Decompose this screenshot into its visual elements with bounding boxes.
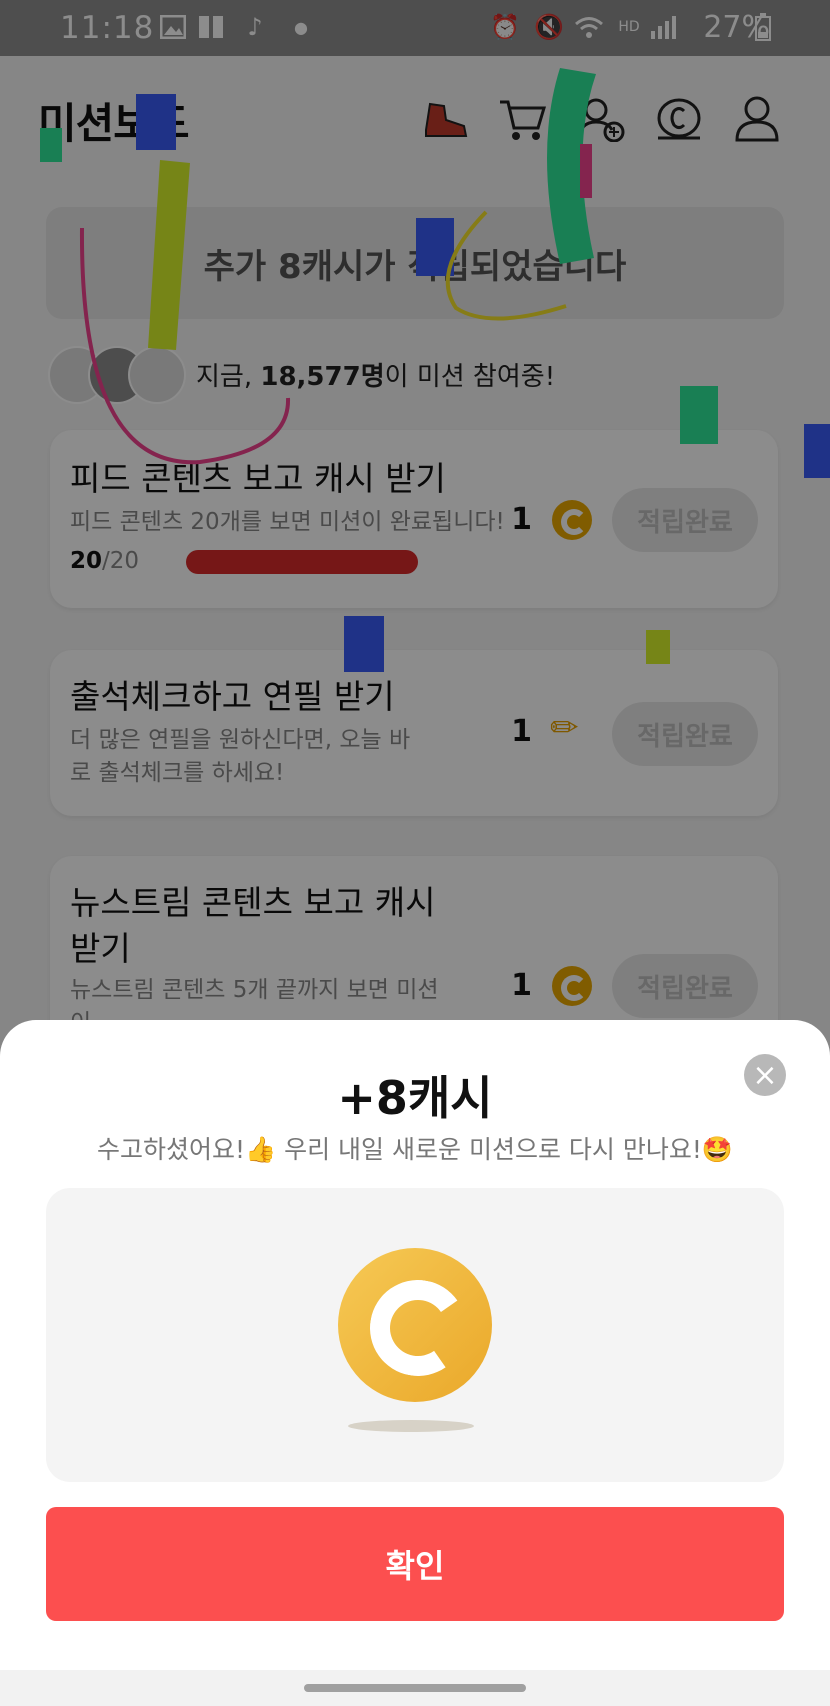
profile-icon[interactable] <box>730 92 784 146</box>
coin-shadow <box>348 1420 474 1432</box>
coin-illustration-box <box>46 1188 784 1482</box>
cart-icon[interactable] <box>496 92 550 146</box>
reward-bottom-sheet: × +8캐시 수고하셨어요!👍 우리 내일 새로운 미션으로 다시 만나요!🤩 … <box>0 1020 830 1706</box>
mission-description: 피드 콘텐츠 20개를 보면 미션이 완료됩니다! <box>70 509 505 535</box>
status-time: 11:18 <box>60 10 155 46</box>
status-bar: 11:18 ♪ ● ⏰ 🔇 HD 27% <box>0 0 830 56</box>
avatar <box>128 346 186 404</box>
avatar-stack <box>48 346 186 404</box>
mission-reward: 1 <box>511 714 532 749</box>
coin-icon <box>552 500 592 540</box>
page-title: 미션보드 <box>38 99 190 148</box>
hd-voice-icon: HD <box>618 19 640 35</box>
mission-progress-text: 20/20 <box>70 548 140 574</box>
confirm-button[interactable]: 확인 <box>46 1507 784 1621</box>
reward-amount: +8캐시 <box>337 1071 493 1125</box>
wifi-icon <box>574 12 604 42</box>
home-indicator[interactable] <box>304 1684 526 1692</box>
pencil-icon: ✏ <box>550 708 579 748</box>
participants-row: 지금, 18,577명이 미션 참여중! <box>48 346 556 404</box>
mission-reward: 1 <box>511 968 532 1003</box>
mission-title: 출석체크하고 연필 받기 <box>70 677 395 716</box>
mission-complete-button[interactable]: 적립완료 <box>612 702 758 766</box>
mission-complete-button[interactable]: 적립완료 <box>612 954 758 1018</box>
dot-icon: ● <box>294 17 308 37</box>
mission-title: 피드 콘텐츠 보고 캐시 받기 <box>70 459 446 498</box>
app-icon <box>196 12 226 42</box>
mission-complete-button[interactable]: 적립완료 <box>612 488 758 552</box>
mute-icon: 🔇 <box>534 13 564 41</box>
mission-card: 피드 콘텐츠 보고 캐시 받기 피드 콘텐츠 20개를 보면 미션이 완료됩니다… <box>50 430 778 608</box>
cash-notice-banner: 추가 8캐시가 적립되었습니다 <box>46 207 784 319</box>
shoe-icon[interactable] <box>418 92 472 146</box>
mission-description: 더 많은 연필을 원하신다면, 오늘 바로 출석체크를 하세요! <box>70 727 411 786</box>
gallery-icon <box>158 12 188 42</box>
mission-card: 출석체크하고 연필 받기 더 많은 연필을 원하신다면, 오늘 바로 출석체크를… <box>50 650 778 816</box>
signal-icon <box>648 12 678 42</box>
mission-progress-bar <box>186 550 418 574</box>
home-indicator-bar <box>0 1670 830 1706</box>
cash-coin-icon <box>338 1248 492 1402</box>
mission-title: 뉴스트림 콘텐츠 보고 캐시 받기 <box>70 883 436 968</box>
mission-reward: 1 <box>511 502 532 537</box>
cash-coin-icon[interactable] <box>652 92 706 146</box>
reward-message: 수고하셨어요!👍 우리 내일 새로운 미션으로 다시 만나요!🤩 <box>97 1135 733 1164</box>
alarm-icon: ⏰ <box>490 13 520 41</box>
tiktok-icon: ♪ <box>247 13 263 41</box>
battery-icon <box>748 12 778 42</box>
participants-text: 지금, 18,577명이 미션 참여중! <box>196 361 556 392</box>
coin-icon <box>552 966 592 1006</box>
add-friend-icon[interactable] <box>574 92 628 146</box>
